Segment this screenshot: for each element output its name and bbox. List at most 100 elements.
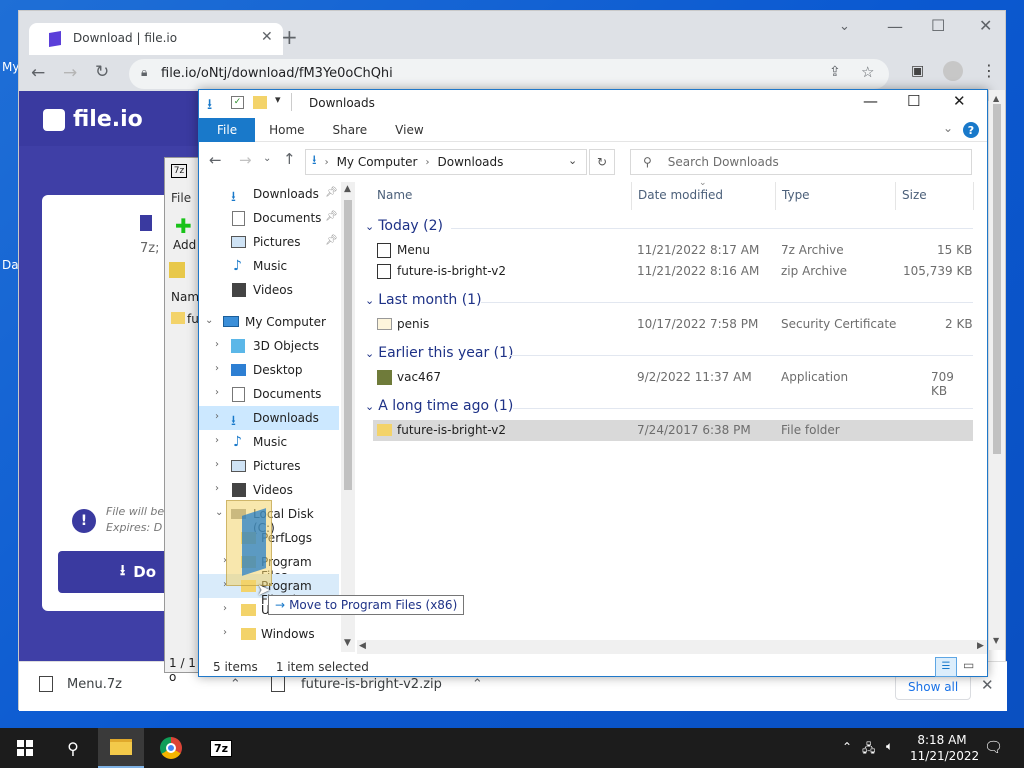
breadcrumb[interactable]: ⭳ › My Computer › Downloads ⌄ <box>305 149 587 175</box>
side-panel-icon[interactable]: ▣ <box>911 63 924 79</box>
sevenzip-add-button[interactable]: Add <box>173 238 196 252</box>
scroll-down-icon[interactable]: ▼ <box>993 636 999 645</box>
nav-item-documents[interactable]: › Documents <box>199 382 339 406</box>
bookmark-star-icon[interactable]: ☆ <box>861 63 874 81</box>
nav-scrollbar[interactable]: ▲ ▼ <box>341 182 355 652</box>
taskbar-chrome[interactable] <box>148 728 194 768</box>
notifications-icon[interactable]: 🗨︎ <box>984 738 1003 756</box>
horizontal-scrollbar[interactable]: ◀ ▶ <box>357 640 987 654</box>
breadcrumb-item[interactable]: Downloads <box>438 155 504 169</box>
column-divider[interactable] <box>631 182 632 210</box>
show-hidden-icons-icon[interactable]: ⌃ <box>842 740 852 754</box>
nav-item-music[interactable]: › ♪ Music <box>199 430 339 454</box>
file-row[interactable]: Menu 11/21/2022 8:17 AM 7z Archive 15 KB <box>373 240 973 261</box>
group-header[interactable]: ⌄ Last month (1) <box>365 292 482 308</box>
close-window-icon[interactable]: ✕ <box>979 16 992 35</box>
search-button[interactable]: ⚲ <box>50 728 96 768</box>
pin-icon[interactable]: 📌︎ <box>325 187 338 198</box>
address-bar[interactable]: 🔒︎ file.io/oNtj/download/fM3Ye0oChQhi ⇪ … <box>129 59 889 89</box>
refresh-icon[interactable]: ↻ <box>589 149 615 175</box>
menu-kebab-icon[interactable]: ⋮ <box>981 61 997 80</box>
chevron-right-icon[interactable]: › <box>215 411 219 422</box>
fileio-logo[interactable]: file.io <box>43 107 143 132</box>
up-arrow-icon[interactable]: ↑ <box>283 150 296 168</box>
chevron-up-icon[interactable]: ⌃ <box>472 677 483 692</box>
reload-icon[interactable]: ↻ <box>95 62 109 82</box>
scroll-up-icon[interactable]: ▲ <box>993 94 999 103</box>
desktop-icon-label[interactable]: Da <box>2 258 19 272</box>
nav-item-downloads[interactable]: › ⭳ Downloads <box>199 406 339 430</box>
chevron-right-icon[interactable]: › <box>215 459 219 470</box>
chevron-right-icon[interactable]: › <box>215 363 219 374</box>
search-box[interactable]: ⚲ Search Downloads <box>630 149 972 175</box>
maximize-icon[interactable]: ☐ <box>907 92 920 110</box>
large-icons-view-icon[interactable]: ▭ <box>963 658 974 672</box>
scroll-down-icon[interactable]: ▼ <box>344 638 351 648</box>
properties-checkbox-icon[interactable]: ✓ <box>231 96 244 109</box>
column-header-type[interactable]: Type <box>782 188 810 202</box>
customize-qat-icon[interactable]: ▾ <box>275 93 281 106</box>
nav-item-downloads-quick[interactable]: ⭳ Downloads 📌︎ <box>199 182 339 206</box>
close-tab-icon[interactable]: ✕ <box>261 29 273 45</box>
desktop-icon-label[interactable]: My <box>2 60 19 74</box>
nav-item-my-computer[interactable]: ⌄ My Computer <box>199 310 339 334</box>
file-row[interactable]: future-is-bright-v2 11/21/2022 8:16 AM z… <box>373 261 973 282</box>
chevron-right-icon[interactable]: › <box>215 387 219 398</box>
back-icon[interactable]: ← <box>31 63 45 83</box>
chevron-down-icon[interactable]: ⌄ <box>205 315 213 326</box>
minimize-icon[interactable]: — <box>887 17 903 36</box>
column-divider[interactable] <box>895 182 896 210</box>
tab-share[interactable]: Share <box>319 118 382 142</box>
clock[interactable]: 8:18 AM 11/21/2022 <box>910 732 979 764</box>
scroll-up-icon[interactable]: ▲ <box>344 184 351 194</box>
folder-up-icon[interactable] <box>169 262 185 278</box>
chevron-right-icon[interactable]: › <box>215 435 219 446</box>
share-icon[interactable]: ⇪ <box>829 64 841 80</box>
column-header-size[interactable]: Size <box>902 188 927 202</box>
chevron-down-icon[interactable]: ⌄ <box>568 154 577 167</box>
pin-icon[interactable]: 📌︎ <box>325 211 338 222</box>
page-scrollbar[interactable]: ▲ ▼ <box>989 90 1005 650</box>
scroll-right-icon[interactable]: ▶ <box>977 641 984 651</box>
nav-item-pictures[interactable]: › Pictures <box>199 454 339 478</box>
nav-item-desktop[interactable]: › Desktop <box>199 358 339 382</box>
column-header-name[interactable]: Name <box>377 188 412 202</box>
nav-item-pictures-quick[interactable]: Pictures 📌︎ <box>199 230 339 254</box>
chevron-right-icon[interactable]: › <box>223 603 227 614</box>
chevron-down-icon[interactable]: ⌄ <box>215 507 223 518</box>
chevron-right-icon[interactable]: › <box>215 339 219 350</box>
close-window-icon[interactable]: ✕ <box>953 92 966 110</box>
group-header[interactable]: ⌄ Earlier this year (1) <box>365 345 514 361</box>
tab-file[interactable]: File <box>199 117 256 142</box>
forward-icon[interactable]: → <box>239 151 252 169</box>
download-item[interactable]: Menu.7z ⌃ <box>39 676 241 692</box>
nav-item-videos-quick[interactable]: Videos <box>199 278 339 302</box>
maximize-icon[interactable]: ☐ <box>931 16 945 35</box>
chevron-right-icon[interactable]: › <box>223 627 227 638</box>
tab-view[interactable]: View <box>381 118 437 142</box>
taskbar-7zip[interactable]: 7z <box>198 728 244 768</box>
network-icon[interactable]: 🖧︎ <box>862 739 875 760</box>
column-divider[interactable] <box>973 182 974 210</box>
file-row[interactable]: penis 10/17/2022 7:58 PM Security Certif… <box>373 314 973 335</box>
nav-item-music-quick[interactable]: ♪ Music <box>199 254 339 278</box>
group-header[interactable]: ⌄ Today (2) <box>365 218 443 234</box>
help-icon[interactable]: ? <box>963 122 979 138</box>
tab-search-icon[interactable]: ⌄ <box>839 19 850 34</box>
scroll-thumb[interactable] <box>993 104 1001 454</box>
add-plus-icon[interactable]: ✚ <box>175 214 192 238</box>
tab-home[interactable]: Home <box>255 118 318 142</box>
nav-item-3d-objects[interactable]: › 3D Objects <box>199 334 339 358</box>
file-row[interactable]: future-is-bright-v2 7/24/2017 6:38 PM Fi… <box>373 420 973 441</box>
taskbar-file-explorer[interactable] <box>98 728 144 768</box>
browser-tab[interactable]: Download | file.io ✕ <box>29 23 283 55</box>
breadcrumb-item[interactable]: My Computer <box>337 155 418 169</box>
expand-ribbon-icon[interactable]: ⌄ <box>943 121 953 135</box>
back-icon[interactable]: ← <box>209 151 222 169</box>
forward-icon[interactable]: → <box>63 63 77 83</box>
file-row[interactable]: vac467 9/2/2022 11:37 AM Application 709… <box>373 367 973 398</box>
group-header[interactable]: ⌄ A long time ago (1) <box>365 398 513 414</box>
close-downloads-bar-icon[interactable]: ✕ <box>981 676 994 694</box>
sevenzip-name-column[interactable]: Nam <box>171 290 199 304</box>
download-item[interactable]: future-is-bright-v2.zip ⌃ <box>271 676 483 692</box>
